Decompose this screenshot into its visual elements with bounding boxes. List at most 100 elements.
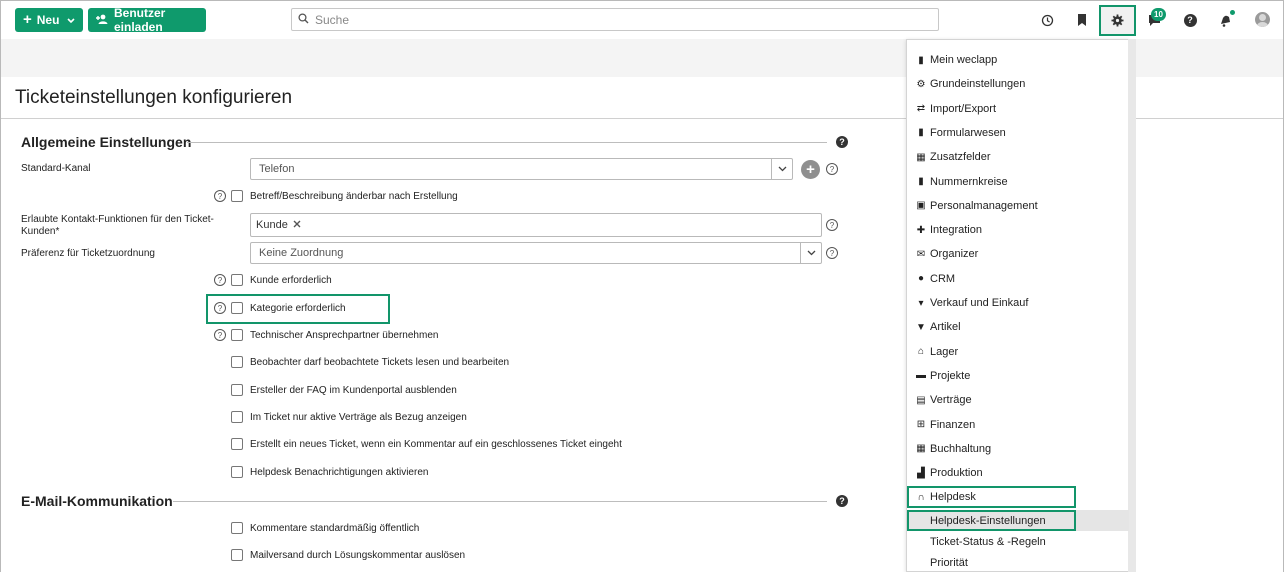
preference-value: Keine Zuordnung <box>259 247 344 259</box>
chevron-down-icon[interactable] <box>800 243 821 263</box>
menu-scrollbar[interactable] <box>1128 39 1136 572</box>
menu-item-grundeinstellungen[interactable]: ⚙ Grundeinstellungen <box>909 73 1129 95</box>
preference-label: Präferenz für Ticketzuordnung <box>21 248 155 259</box>
help-icon[interactable]: ? <box>826 163 838 175</box>
search-input[interactable]: Suche <box>291 8 939 31</box>
close-icon[interactable] <box>293 219 301 231</box>
allowed-contact-input[interactable]: Kunde <box>250 213 822 237</box>
add-user-icon <box>96 13 109 27</box>
standard-channel-value: Telefon <box>259 163 295 175</box>
menu-item-label: Grundeinstellungen <box>930 78 1026 91</box>
help-icon[interactable]: ? <box>214 274 226 286</box>
search-placeholder: Suche <box>315 12 350 27</box>
checkbox-label: Kommentare standardmäßig öffentlich <box>250 523 420 534</box>
factory-icon: ▟ <box>917 467 925 479</box>
menu-item-artikel[interactable]: ▼ Artikel <box>909 316 1129 338</box>
menu-item-mein-weclapp[interactable]: ▮ Mein weclapp <box>909 49 1129 71</box>
menu-item-personalmanagement[interactable]: ▣ Personalmanagement <box>909 195 1129 217</box>
help-icon[interactable]: ? <box>826 219 838 231</box>
menu-item-buchhaltung[interactable]: ▦ Buchhaltung <box>909 438 1129 460</box>
standard-channel-select[interactable]: Telefon <box>250 158 793 180</box>
allowed-contact-label: Erlaubte Kontakt-Funktionen für den Tick… <box>21 214 214 237</box>
menu-item-zusatzfelder[interactable]: ▦ Zusatzfelder <box>909 146 1129 168</box>
checkbox[interactable] <box>231 466 243 478</box>
checkbox[interactable] <box>231 302 243 314</box>
checkbox[interactable] <box>231 329 243 341</box>
submenu-item[interactable]: Ticket-Status & -Regeln <box>909 531 1129 552</box>
menu-item-produktion[interactable]: ▟ Produktion <box>909 462 1129 484</box>
checkbox-label: Mailversand durch Lösungskommentar auslö… <box>250 550 466 561</box>
page-title: Ticketeinstellungen konfigurieren <box>15 87 293 108</box>
checkbox-label: Kunde erforderlich <box>250 275 332 286</box>
checkbox-label: Betreff/Beschreibung änderbar nach Erste… <box>250 191 458 202</box>
checkbox[interactable] <box>231 274 243 286</box>
invite-user-label: Benutzer einladen <box>114 6 166 34</box>
add-channel-button[interactable]: + <box>801 160 820 179</box>
menu-item-crm[interactable]: ● CRM <box>909 268 1129 290</box>
checkbox[interactable] <box>231 356 243 368</box>
chat-badge: 10 <box>1151 8 1166 21</box>
box-icon: ▼ <box>916 321 926 333</box>
new-button[interactable]: + Neu <box>15 8 83 32</box>
calculator-icon: ▦ <box>916 443 926 455</box>
checkbox[interactable] <box>231 522 243 534</box>
menu-item-label: Projekte <box>930 369 971 382</box>
checkbox[interactable] <box>231 411 243 423</box>
notification-dot <box>1230 10 1235 15</box>
chevron-down-icon[interactable] <box>771 159 792 179</box>
preference-select[interactable]: Keine Zuordnung <box>250 242 822 264</box>
menu-item-nummernkreise[interactable]: ▮ Nummernkreise <box>909 171 1129 193</box>
menu-item-verkauf-und-einkauf[interactable]: ▾ Verkauf und Einkauf <box>909 292 1129 314</box>
settings-button[interactable] <box>1099 5 1136 36</box>
cart-icon: ▾ <box>918 297 924 309</box>
grid-icon: ▦ <box>916 151 926 163</box>
top-bar: + Neu Benutzer einladen Suche 10 ? <box>1 1 1283 39</box>
menu-item-formularwesen[interactable]: ▮ Formularwesen <box>909 122 1129 144</box>
gear-icon: ⚙ <box>916 78 926 90</box>
avatar[interactable] <box>1255 12 1270 27</box>
menu-item-label: Lager <box>930 345 959 358</box>
menu-item-label: Zusatzfelder <box>930 151 991 164</box>
bookmark-icon[interactable] <box>1074 12 1090 28</box>
briefcase-icon: ▬ <box>916 370 926 382</box>
help-icon[interactable]: ? <box>836 136 848 148</box>
menu-item-label: Nummernkreise <box>930 175 1008 188</box>
menu-item-label: Verträge <box>930 394 972 407</box>
standard-channel-label: Standard-Kanal <box>21 163 91 174</box>
checkbox[interactable] <box>231 384 243 396</box>
help-icon[interactable]: ? <box>214 302 226 314</box>
checkbox[interactable] <box>231 190 243 202</box>
contact-tag: Kunde <box>256 219 301 231</box>
menu-item-import-export[interactable]: ⇄ Import/Export <box>909 98 1129 120</box>
help-icon[interactable]: ? <box>1182 12 1198 28</box>
checkbox-label: Erstellt ein neues Ticket, wenn ein Komm… <box>250 439 622 450</box>
search-icon <box>298 12 309 27</box>
menu-item-finanzen[interactable]: ⊞ Finanzen <box>909 414 1129 436</box>
plus-icon: + <box>23 11 32 28</box>
checkbox-label: Beobachter darf beobachtete Tickets lese… <box>250 357 510 368</box>
contract-icon: ▤ <box>916 394 926 406</box>
help-icon[interactable]: ? <box>214 329 226 341</box>
help-icon[interactable]: ? <box>214 190 226 202</box>
menu-item-integration[interactable]: ✚ Integration <box>909 219 1129 241</box>
warehouse-icon: ⌂ <box>917 346 925 358</box>
mail-icon: ✉ <box>916 248 926 260</box>
invite-user-button[interactable]: Benutzer einladen <box>88 6 206 34</box>
checkbox[interactable] <box>231 549 243 561</box>
checkbox-label: Kategorie erforderlich <box>250 303 346 314</box>
menu-item-organizer[interactable]: ✉ Organizer <box>909 243 1129 265</box>
help-icon[interactable]: ? <box>836 495 848 507</box>
help-icon[interactable]: ? <box>826 247 838 259</box>
submenu-item[interactable]: Priorität <box>909 552 1129 572</box>
menu-item-lager[interactable]: ⌂ Lager <box>909 341 1129 363</box>
menu-item-verträge[interactable]: ▤ Verträge <box>909 389 1129 411</box>
menu-item-projekte[interactable]: ▬ Projekte <box>909 365 1129 387</box>
history-icon[interactable] <box>1039 12 1055 28</box>
menu-item-label: Finanzen <box>930 418 976 431</box>
swap-icon: ⇄ <box>916 103 926 115</box>
badge-icon: ▣ <box>916 200 926 212</box>
people-icon: ● <box>917 273 925 285</box>
chevron-down-icon <box>67 13 76 27</box>
menu-item-label: Import/Export <box>930 102 997 115</box>
checkbox[interactable] <box>231 438 243 450</box>
